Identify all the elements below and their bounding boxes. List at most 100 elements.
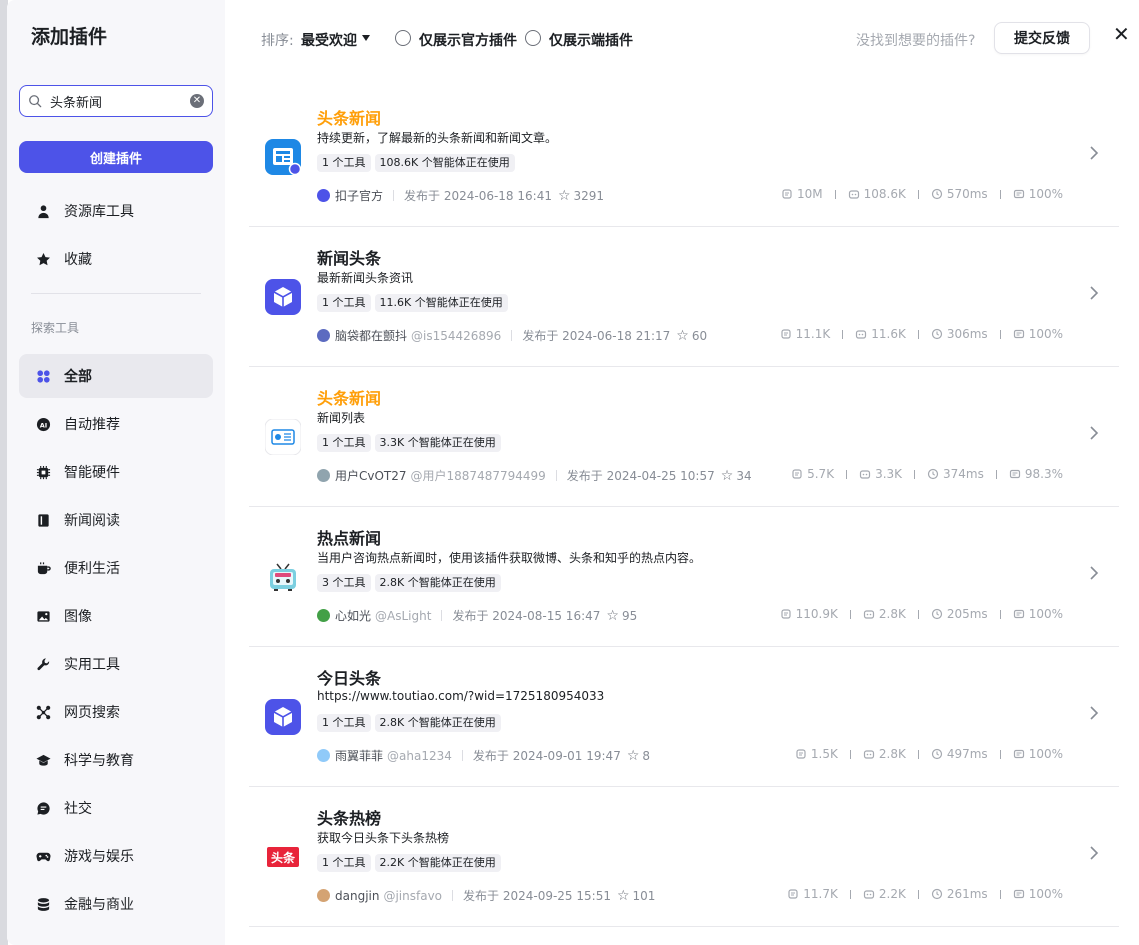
- bot-icon: [863, 748, 875, 760]
- calls-icon: [795, 748, 807, 760]
- success-rate-icon: [1013, 888, 1025, 900]
- search-icon: [29, 95, 42, 108]
- star-count: 101: [632, 888, 656, 903]
- plugin-card[interactable]: 新闻头条 最新新闻头条资讯 1 个工具 11.6K 个智能体正在使用 脑袋都在颤…: [249, 227, 1119, 367]
- chevron-right-icon[interactable]: [1089, 145, 1099, 161]
- sidebar-item-top-0[interactable]: 资源库工具: [19, 189, 213, 233]
- official-only-label[interactable]: 仅展示官方插件: [419, 30, 517, 50]
- sort-dropdown[interactable]: 最受欢迎: [301, 30, 357, 50]
- star-icon[interactable]: ☆: [676, 328, 689, 344]
- category-item-4[interactable]: 便利生活: [19, 546, 213, 590]
- sidebar-item-label: 金融与商业: [64, 897, 134, 913]
- plugin-logo: [265, 699, 301, 735]
- tool-count-tag: 3 个工具: [317, 574, 371, 592]
- plugin-card[interactable]: 头条新闻 持续更新，了解最新的头条新闻和新闻文章。 1 个工具 108.6K 个…: [249, 87, 1119, 227]
- category-item-1[interactable]: AI 自动推荐: [19, 402, 213, 446]
- stat-divider: [999, 889, 1001, 899]
- category-item-11[interactable]: 金融与商业: [19, 882, 213, 926]
- category-item-2[interactable]: 智能硬件: [19, 450, 213, 494]
- search-box[interactable]: ✕: [19, 85, 213, 117]
- star-count: 34: [736, 468, 752, 483]
- call-count: 110.9K: [795, 607, 838, 621]
- chevron-right-icon[interactable]: [1089, 425, 1099, 441]
- device-only-radio[interactable]: [525, 30, 541, 46]
- star-icon[interactable]: ☆: [721, 468, 734, 484]
- category-item-7[interactable]: 网页搜索: [19, 690, 213, 734]
- category-item-0[interactable]: 全部: [19, 354, 213, 398]
- publish-date: 发布于 2024-06-18 16:41: [404, 189, 552, 203]
- caret-down-icon[interactable]: [362, 35, 370, 41]
- plugin-card[interactable]: 热点新闻 当用户咨询热点新闻时，使用该插件获取微博、头条和知乎的热点内容。 3 …: [249, 507, 1119, 647]
- clear-search-icon[interactable]: ✕: [190, 94, 204, 108]
- chevron-right-icon[interactable]: [1089, 845, 1099, 861]
- stat-divider: [999, 189, 1001, 199]
- call-count: 11.7K: [803, 887, 838, 901]
- author-avatar: [317, 469, 330, 482]
- plugin-tags: 1 个工具 2.8K 个智能体正在使用: [317, 714, 501, 732]
- device-only-label[interactable]: 仅展示端插件: [549, 30, 633, 50]
- author-handle: @aha1234: [387, 748, 452, 763]
- official-only-radio[interactable]: [395, 30, 411, 46]
- wrench-icon: [35, 656, 51, 672]
- plugin-meta: 脑袋都在颤抖 @is154426896 发布于 2024-06-18 21:17…: [317, 327, 707, 344]
- tool-count-tag: 1 个工具: [317, 434, 371, 452]
- chip-icon: [35, 464, 51, 480]
- plugin-card[interactable]: 头条新闻 新闻列表 1 个工具 3.3K 个智能体正在使用 用户CvOT27 @…: [249, 367, 1119, 507]
- author-name: 雨翼菲菲: [335, 749, 384, 763]
- category-item-8[interactable]: 科学与教育: [19, 738, 213, 782]
- stat-divider: [914, 469, 916, 479]
- latency: 205ms: [946, 607, 988, 621]
- plugin-name: 头条新闻: [317, 109, 382, 128]
- category-item-3[interactable]: 新闻阅读: [19, 498, 213, 542]
- search-input[interactable]: [50, 93, 190, 109]
- latency: 497ms: [946, 747, 988, 761]
- star-count: 60: [691, 328, 708, 343]
- meta-divider: [393, 190, 395, 201]
- author-name: 用户CvOT27: [335, 469, 407, 483]
- chevron-right-icon[interactable]: [1089, 705, 1099, 721]
- category-item-5[interactable]: 图像: [19, 594, 213, 638]
- close-icon[interactable]: ✕: [1113, 22, 1130, 46]
- feedback-button[interactable]: 提交反馈: [994, 22, 1090, 54]
- chevron-right-icon[interactable]: [1089, 285, 1099, 301]
- plugin-description: 获取今日头条下头条热榜: [317, 831, 450, 845]
- category-item-10[interactable]: 游戏与娱乐: [19, 834, 213, 878]
- sidebar-item-label: 新闻阅读: [64, 513, 120, 529]
- star-icon[interactable]: ☆: [558, 188, 571, 204]
- author-handle: @用户1887487794499: [410, 469, 546, 483]
- chevron-right-icon[interactable]: [1089, 565, 1099, 581]
- plugin-card[interactable]: 今日头条 https://www.toutiao.com/?wid=172518…: [249, 647, 1119, 787]
- chat-icon: [35, 800, 51, 816]
- category-item-9[interactable]: 社交: [19, 786, 213, 830]
- sidebar-item-label: 智能硬件: [64, 465, 120, 481]
- stat-divider: [999, 329, 1001, 339]
- stat-divider: [999, 609, 1001, 619]
- plugin-tags: 1 个工具 2.2K 个智能体正在使用: [317, 854, 501, 872]
- database-icon: [35, 896, 51, 912]
- star-icon[interactable]: ☆: [606, 608, 619, 624]
- sidebar-item-top-1[interactable]: 收藏: [19, 237, 213, 281]
- stat-divider: [849, 749, 851, 759]
- author-name: dangjin: [335, 888, 380, 903]
- calls-icon: [781, 188, 793, 200]
- bot-icon: [848, 188, 860, 200]
- stat-divider: [846, 469, 848, 479]
- plugin-name: 新闻头条: [317, 249, 382, 268]
- star-icon[interactable]: ☆: [617, 888, 630, 904]
- plugin-card[interactable]: 头条 头条热榜 获取今日头条下头条热榜 1 个工具 2.2K 个智能体正在使用 …: [249, 787, 1119, 927]
- plugin-stats: 10M 108.6K 570ms 100%: [781, 187, 1063, 201]
- stat-divider: [995, 469, 997, 479]
- success-rate: 100%: [1028, 747, 1063, 761]
- latency: 306ms: [946, 327, 988, 341]
- sidebar-item-label: 实用工具: [64, 657, 120, 673]
- category-item-6[interactable]: 实用工具: [19, 642, 213, 686]
- latency: 570ms: [946, 187, 988, 201]
- modal-title: 添加插件: [31, 26, 108, 48]
- star-icon[interactable]: ☆: [627, 748, 640, 764]
- create-plugin-button[interactable]: 创建插件: [19, 141, 213, 173]
- svg-text:头条: 头条: [271, 850, 296, 865]
- plugin-stats: 5.7K 3.3K 374ms 98.3%: [791, 467, 1063, 481]
- plugin-list-panel: 排序: 最受欢迎 仅展示官方插件 仅展示端插件 没找到想要的插件? 提交反馈 ✕…: [225, 0, 1139, 945]
- stat-divider: [917, 889, 919, 899]
- plugin-name: 今日头条: [317, 669, 382, 688]
